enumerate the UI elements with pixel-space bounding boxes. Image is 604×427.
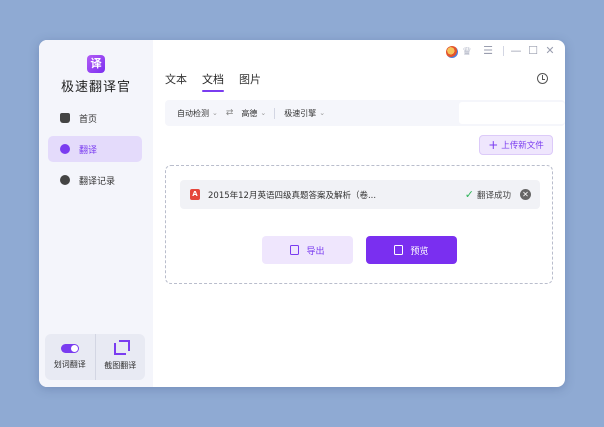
remove-file-icon[interactable]: ✕ (520, 189, 531, 200)
tool-label: 划词翻译 (53, 360, 86, 369)
file-row: A 2015年12月英语四级真题答案及解析（卷... ✓ 翻译成功 ✕ (180, 180, 540, 209)
preview-label: 预览 (410, 246, 429, 257)
file-dropzone[interactable]: A 2015年12月英语四级真题答案及解析（卷... ✓ 翻译成功 ✕ 导出 预… (165, 165, 553, 284)
sidebar-item-translate[interactable]: 翻译 (48, 136, 142, 162)
screenshot-translate-button[interactable]: 截图翻译 (94, 334, 146, 380)
chevron-down-icon: ⌄ (260, 109, 267, 117)
titlebar-divider (503, 46, 504, 56)
app-logo-icon: 译 (87, 55, 105, 73)
engine-select[interactable]: 极速引擎 ⌄ (284, 108, 325, 119)
history-icon (60, 175, 70, 185)
close-icon[interactable]: ✕ (543, 44, 557, 58)
chevron-down-icon: ⌄ (319, 109, 326, 117)
divider (274, 107, 276, 119)
language-bar: 自动检测 ⌄ ⇄ 高德 ⌄ 极速引擎 ⌄ (165, 100, 565, 126)
crop-icon (114, 340, 131, 355)
maximize-icon[interactable]: ☐ (526, 44, 540, 58)
app-window: 译 极速翻译官 首页 翻译 翻译记录 划词翻译 截图翻译 ♛ ☰ — ☐ ✕ 文… (39, 40, 565, 387)
toggle-icon (60, 344, 79, 353)
main-panel: ♛ ☰ — ☐ ✕ 文本 文档 图片 自动检测 ⌄ ⇄ 高德 ⌄ 极速引擎 ⌄ (153, 40, 565, 387)
minimize-icon[interactable]: — (509, 44, 523, 58)
tab-text[interactable]: 文本 (165, 71, 187, 92)
plus-icon: + (488, 138, 499, 152)
preview-button[interactable]: 预览 (366, 236, 457, 264)
export-label: 导出 (306, 246, 325, 257)
mode-tabs: 文本 文档 图片 (165, 71, 261, 92)
sidebar: 译 极速翻译官 首页 翻译 翻译记录 划词翻译 截图翻译 (39, 40, 153, 387)
translate-icon (60, 144, 70, 154)
preview-icon (394, 245, 404, 255)
sidebar-item-home[interactable]: 首页 (48, 105, 142, 131)
sidebar-item-label: 首页 (79, 114, 98, 125)
target-language-label: 高德 (241, 108, 258, 118)
history-clock-icon[interactable] (537, 73, 548, 84)
tool-label: 截图翻译 (104, 361, 137, 370)
language-bar-blank-field[interactable] (459, 102, 565, 124)
source-language-select[interactable]: 自动检测 ⌄ (177, 108, 218, 119)
pdf-file-icon: A (190, 189, 200, 200)
chevron-down-icon: ⌄ (212, 109, 218, 117)
word-select-translate-toggle[interactable]: 划词翻译 (45, 334, 95, 380)
upload-new-file-button[interactable]: + 上传新文件 (479, 135, 553, 155)
quick-tools-panel: 划词翻译 截图翻译 (45, 334, 145, 380)
home-icon (60, 113, 70, 123)
upload-label: 上传新文件 (501, 141, 544, 151)
avatar-icon[interactable] (446, 46, 458, 58)
vip-crown-icon[interactable]: ♛ (462, 46, 476, 58)
file-name: 2015年12月英语四级真题答案及解析（卷... (208, 190, 377, 201)
export-button[interactable]: 导出 (262, 236, 353, 264)
translation-status: ✓ 翻译成功 (465, 188, 511, 201)
sidebar-item-label: 翻译 (79, 145, 98, 156)
export-icon (290, 245, 300, 255)
sidebar-item-history[interactable]: 翻译记录 (48, 167, 142, 193)
menu-icon[interactable]: ☰ (481, 44, 495, 58)
swap-languages-icon[interactable]: ⇄ (226, 108, 234, 118)
target-language-select[interactable]: 高德 ⌄ (241, 108, 266, 119)
source-language-label: 自动检测 (177, 108, 209, 118)
sidebar-item-label: 翻译记录 (79, 176, 116, 187)
engine-label: 极速引擎 (284, 108, 317, 118)
tab-document[interactable]: 文档 (202, 71, 224, 92)
status-text: 翻译成功 (476, 190, 511, 201)
app-title: 极速翻译官 (60, 80, 131, 95)
tab-image[interactable]: 图片 (239, 71, 261, 92)
check-icon: ✓ (464, 188, 474, 201)
